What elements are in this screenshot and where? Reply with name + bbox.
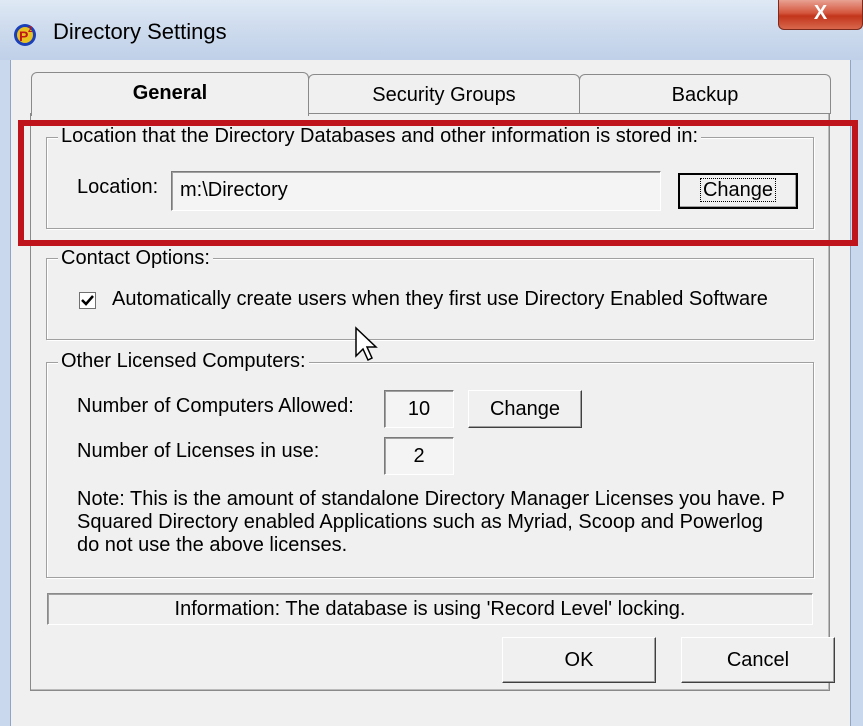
tab-general-label: General <box>132 82 208 104</box>
licenses-note: Note: This is the amount of standalone D… <box>77 488 785 556</box>
mouse-cursor-icon <box>354 326 380 371</box>
svg-text:P: P <box>19 28 28 44</box>
close-button[interactable]: X <box>778 0 863 30</box>
highlight-annotation <box>18 120 858 246</box>
close-icon: X <box>813 2 828 24</box>
licenses-change-label: Change <box>489 398 561 420</box>
window-title: Directory Settings <box>53 19 227 44</box>
auto-create-label[interactable]: Automatically create users when they fir… <box>112 288 768 311</box>
licenses-in-use-field: 2 <box>384 437 454 475</box>
ok-button[interactable]: OK <box>502 637 656 683</box>
auto-create-checkbox[interactable] <box>79 292 96 309</box>
checkmark-icon <box>81 295 94 306</box>
tab-security-groups-label: Security Groups <box>372 84 516 106</box>
svg-text:2: 2 <box>28 25 33 34</box>
window-frame-left <box>0 60 11 726</box>
title-bar[interactable]: P 2 Directory Settings <box>0 0 863 61</box>
tab-general[interactable]: General <box>31 72 309 116</box>
status-bar: Information: The database is using 'Reco… <box>47 593 813 625</box>
computers-allowed-field: 10 <box>384 390 454 428</box>
tab-backup-label: Backup <box>671 84 739 106</box>
app-icon: P 2 <box>12 21 36 46</box>
tab-security-groups[interactable]: Security Groups <box>308 74 580 114</box>
computers-allowed-label: Number of Computers Allowed: <box>77 395 354 417</box>
licenses-in-use-label: Number of Licenses in use: <box>77 440 320 462</box>
cancel-button-label: Cancel <box>726 649 790 671</box>
licensed-computers-title: Other Licensed Computers: <box>58 350 309 373</box>
cancel-button[interactable]: Cancel <box>681 637 835 683</box>
ok-button-label: OK <box>564 649 594 671</box>
tab-backup[interactable]: Backup <box>579 74 831 114</box>
licenses-change-button[interactable]: Change <box>468 390 582 428</box>
contact-options-title: Contact Options: <box>58 247 213 270</box>
